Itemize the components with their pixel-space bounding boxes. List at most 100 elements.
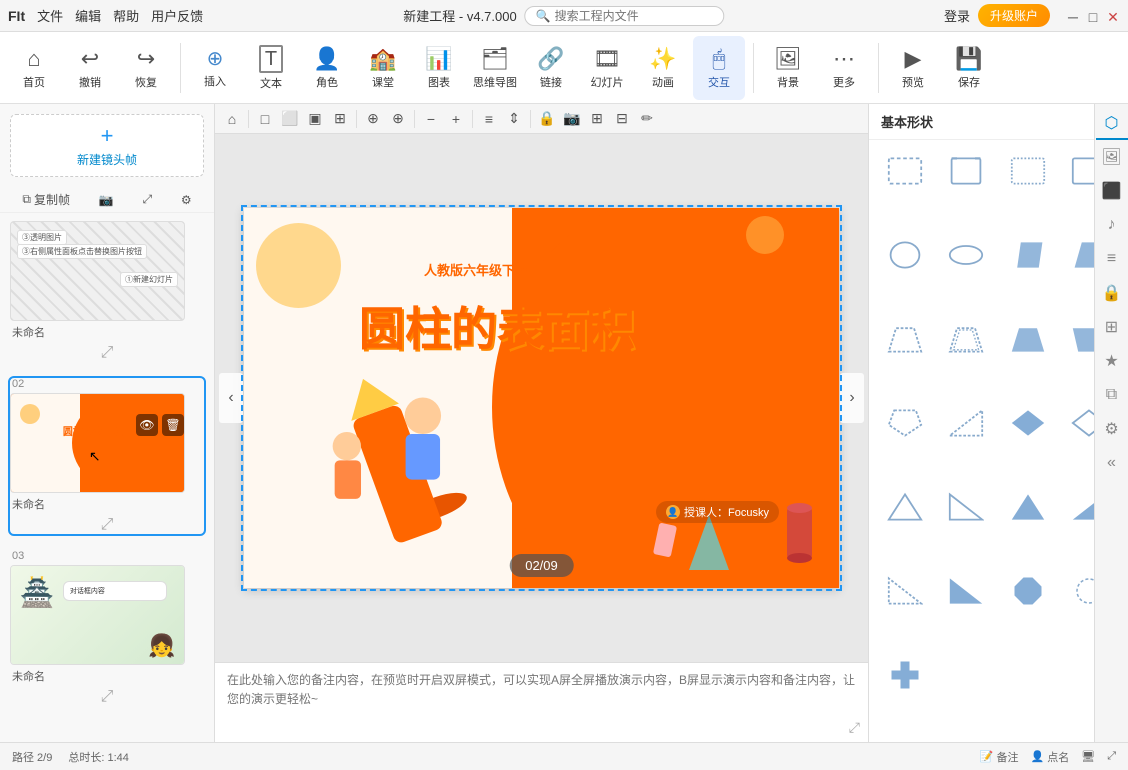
shape-triangle3-solid[interactable]	[940, 570, 992, 612]
toolbar-class[interactable]: 🏫 课堂	[357, 36, 409, 100]
shape-triangle3[interactable]	[879, 570, 931, 612]
shape-rect-dashed2[interactable]	[1002, 150, 1054, 192]
toolbar-insert[interactable]: ⊕ 插入	[189, 36, 241, 100]
toolbar-slide[interactable]: 🎞 幻灯片	[581, 36, 633, 100]
ct-grid2[interactable]: ⊟	[611, 108, 633, 130]
status-screen-button[interactable]: 🖥	[1081, 750, 1095, 763]
slide-canvas[interactable]: 人教版六年级下册 圆柱的表面积 👤 授课人：Focusky	[244, 208, 839, 588]
ct-zoom-out[interactable]: −	[420, 108, 442, 130]
toolbar-mindmap[interactable]: 🗂 思维导图	[469, 36, 521, 100]
menu-edit[interactable]: 编辑	[75, 6, 101, 25]
ct-camera[interactable]: 📷	[561, 108, 583, 130]
tab-star[interactable]: ★	[1096, 346, 1128, 378]
toolbar-bg[interactable]: 🖼 背景	[762, 36, 814, 100]
tab-collapse[interactable]: «	[1096, 448, 1128, 480]
search-box[interactable]: 🔍	[525, 6, 725, 26]
shape-plus[interactable]	[879, 654, 931, 696]
resize-icon-2[interactable]: ⤢	[101, 516, 114, 534]
tab-mask[interactable]: ⬛	[1096, 176, 1128, 208]
toolbar-home[interactable]: ⌂ 首页	[8, 36, 60, 100]
shape-triangle-right-dashed[interactable]	[940, 402, 992, 444]
slide-item-2[interactable]: 02 圆柱的表面积 👁 🗑 ↖ 未命名 ⤢	[10, 378, 204, 534]
ct-rect2[interactable]: ⬜	[279, 108, 301, 130]
ct-rect3[interactable]: ▣	[304, 108, 326, 130]
toolbar-redo[interactable]: ↪ 恢复	[120, 36, 172, 100]
shape-octagon[interactable]	[1002, 570, 1054, 612]
slide-delete-button[interactable]: 🗑	[162, 414, 184, 436]
minimize-button[interactable]: ─	[1066, 9, 1080, 23]
notes-textarea[interactable]	[227, 671, 856, 731]
slide-item-1[interactable]: ③透明图片 ③右侧属性面板点击替换图片按钮 ①新建幻灯片 未命名 ⤢	[10, 221, 204, 362]
fullscreen-button[interactable]: ⤢	[142, 192, 152, 207]
shape-circle[interactable]	[879, 234, 931, 276]
ct-add1[interactable]: ⊕	[362, 108, 384, 130]
search-input[interactable]	[555, 9, 714, 23]
tab-text-style[interactable]: ≡	[1096, 244, 1128, 276]
menu-help[interactable]: 帮助	[113, 6, 139, 25]
shape-trapezoid-solid[interactable]	[1002, 318, 1054, 360]
camera-button[interactable]: 📷	[99, 193, 114, 207]
shape-ellipse-svg	[948, 240, 984, 270]
ct-home[interactable]: ⌂	[221, 108, 243, 130]
tab-settings[interactable]: ⚙	[1096, 414, 1128, 446]
toolbar-more-label: 更多	[833, 74, 855, 90]
slide-item-3[interactable]: 03 🏯 👧 对话框内容 未命名 ⤢	[10, 550, 204, 706]
settings-button[interactable]: ⚙	[181, 193, 192, 207]
toolbar-animate[interactable]: ✨ 动画	[637, 36, 689, 100]
toolbar-link[interactable]: 🔗 链接	[525, 36, 577, 100]
shape-rect-dashed[interactable]	[879, 150, 931, 192]
camera-icon: 📷	[99, 193, 114, 207]
ct-rect1[interactable]: □	[254, 108, 276, 130]
shape-ellipse[interactable]	[940, 234, 992, 276]
shape-parallelogram[interactable]	[1002, 234, 1054, 276]
ct-lock[interactable]: 🔒	[536, 108, 558, 130]
toolbar-text[interactable]: T 文本	[245, 36, 297, 100]
menu-feedback[interactable]: 用户反馈	[151, 6, 203, 25]
toolbar-interact[interactable]: 🖱 交互	[693, 36, 745, 100]
tab-group[interactable]: ⊞	[1096, 312, 1128, 344]
toolbar-preview[interactable]: ▶ 预览	[887, 36, 939, 100]
maximize-button[interactable]: □	[1086, 9, 1100, 23]
toolbar-save[interactable]: 💾 保存	[943, 36, 995, 100]
tab-lock[interactable]: 🔒	[1096, 278, 1128, 310]
canvas-nav-right[interactable]: ›	[840, 373, 864, 423]
new-frame-button[interactable]: + 新建镜头帧	[10, 114, 204, 177]
shape-diamond[interactable]	[1002, 402, 1054, 444]
ct-add2[interactable]: ⊕	[387, 108, 409, 130]
toolbar-undo[interactable]: ↩ 撤销	[64, 36, 116, 100]
ct-zoom-in[interactable]: +	[445, 108, 467, 130]
tab-shapes[interactable]: ⬡	[1096, 108, 1128, 140]
shape-triangle-right2[interactable]	[940, 486, 992, 528]
status-point-button[interactable]: 👤 点名	[1031, 749, 1070, 765]
canvas-nav-left[interactable]: ‹	[219, 373, 243, 423]
ct-align[interactable]: ≡	[478, 108, 500, 130]
ct-rect4[interactable]: ⊞	[329, 108, 351, 130]
ct-grid1[interactable]: ⊞	[586, 108, 608, 130]
shape-triangle-solid[interactable]	[1002, 486, 1054, 528]
tab-image[interactable]: 🖼	[1096, 142, 1128, 174]
copy-frame-button[interactable]: ⧉ 复制帧	[22, 191, 70, 208]
expand-icon[interactable]: ⤢	[849, 719, 860, 736]
status-expand-button[interactable]: ⤢	[1107, 750, 1116, 763]
toolbar-chart[interactable]: 📊 图表	[413, 36, 465, 100]
upgrade-button[interactable]: 升级账户	[978, 4, 1050, 27]
shape-bracket[interactable]	[940, 150, 992, 192]
toolbar-role[interactable]: 👤 角色	[301, 36, 353, 100]
tab-layers[interactable]: ⧉	[1096, 380, 1128, 412]
ct-resize[interactable]: ⇕	[503, 108, 525, 130]
resize-icon-3[interactable]: ⤢	[101, 688, 114, 706]
status-note-button[interactable]: 📝 备注	[980, 749, 1019, 765]
close-button[interactable]: ✕	[1106, 9, 1120, 23]
shape-triangle-eq[interactable]	[879, 486, 931, 528]
shape-trapezoid2[interactable]	[940, 318, 992, 360]
slide-eye-button[interactable]: 👁	[136, 414, 158, 436]
shape-pentagon-dashed[interactable]	[879, 402, 931, 444]
tab-music[interactable]: ♪	[1096, 210, 1128, 242]
menu-file[interactable]: 文件	[37, 6, 63, 25]
ct-edit[interactable]: ✏	[636, 108, 658, 130]
toolbar-more[interactable]: ⋯ 更多	[818, 36, 870, 100]
settings-icon: ⚙	[181, 193, 192, 207]
shape-trapezoid[interactable]	[879, 318, 931, 360]
resize-icon-1[interactable]: ⤢	[101, 344, 114, 362]
login-button[interactable]: 登录	[944, 6, 970, 25]
